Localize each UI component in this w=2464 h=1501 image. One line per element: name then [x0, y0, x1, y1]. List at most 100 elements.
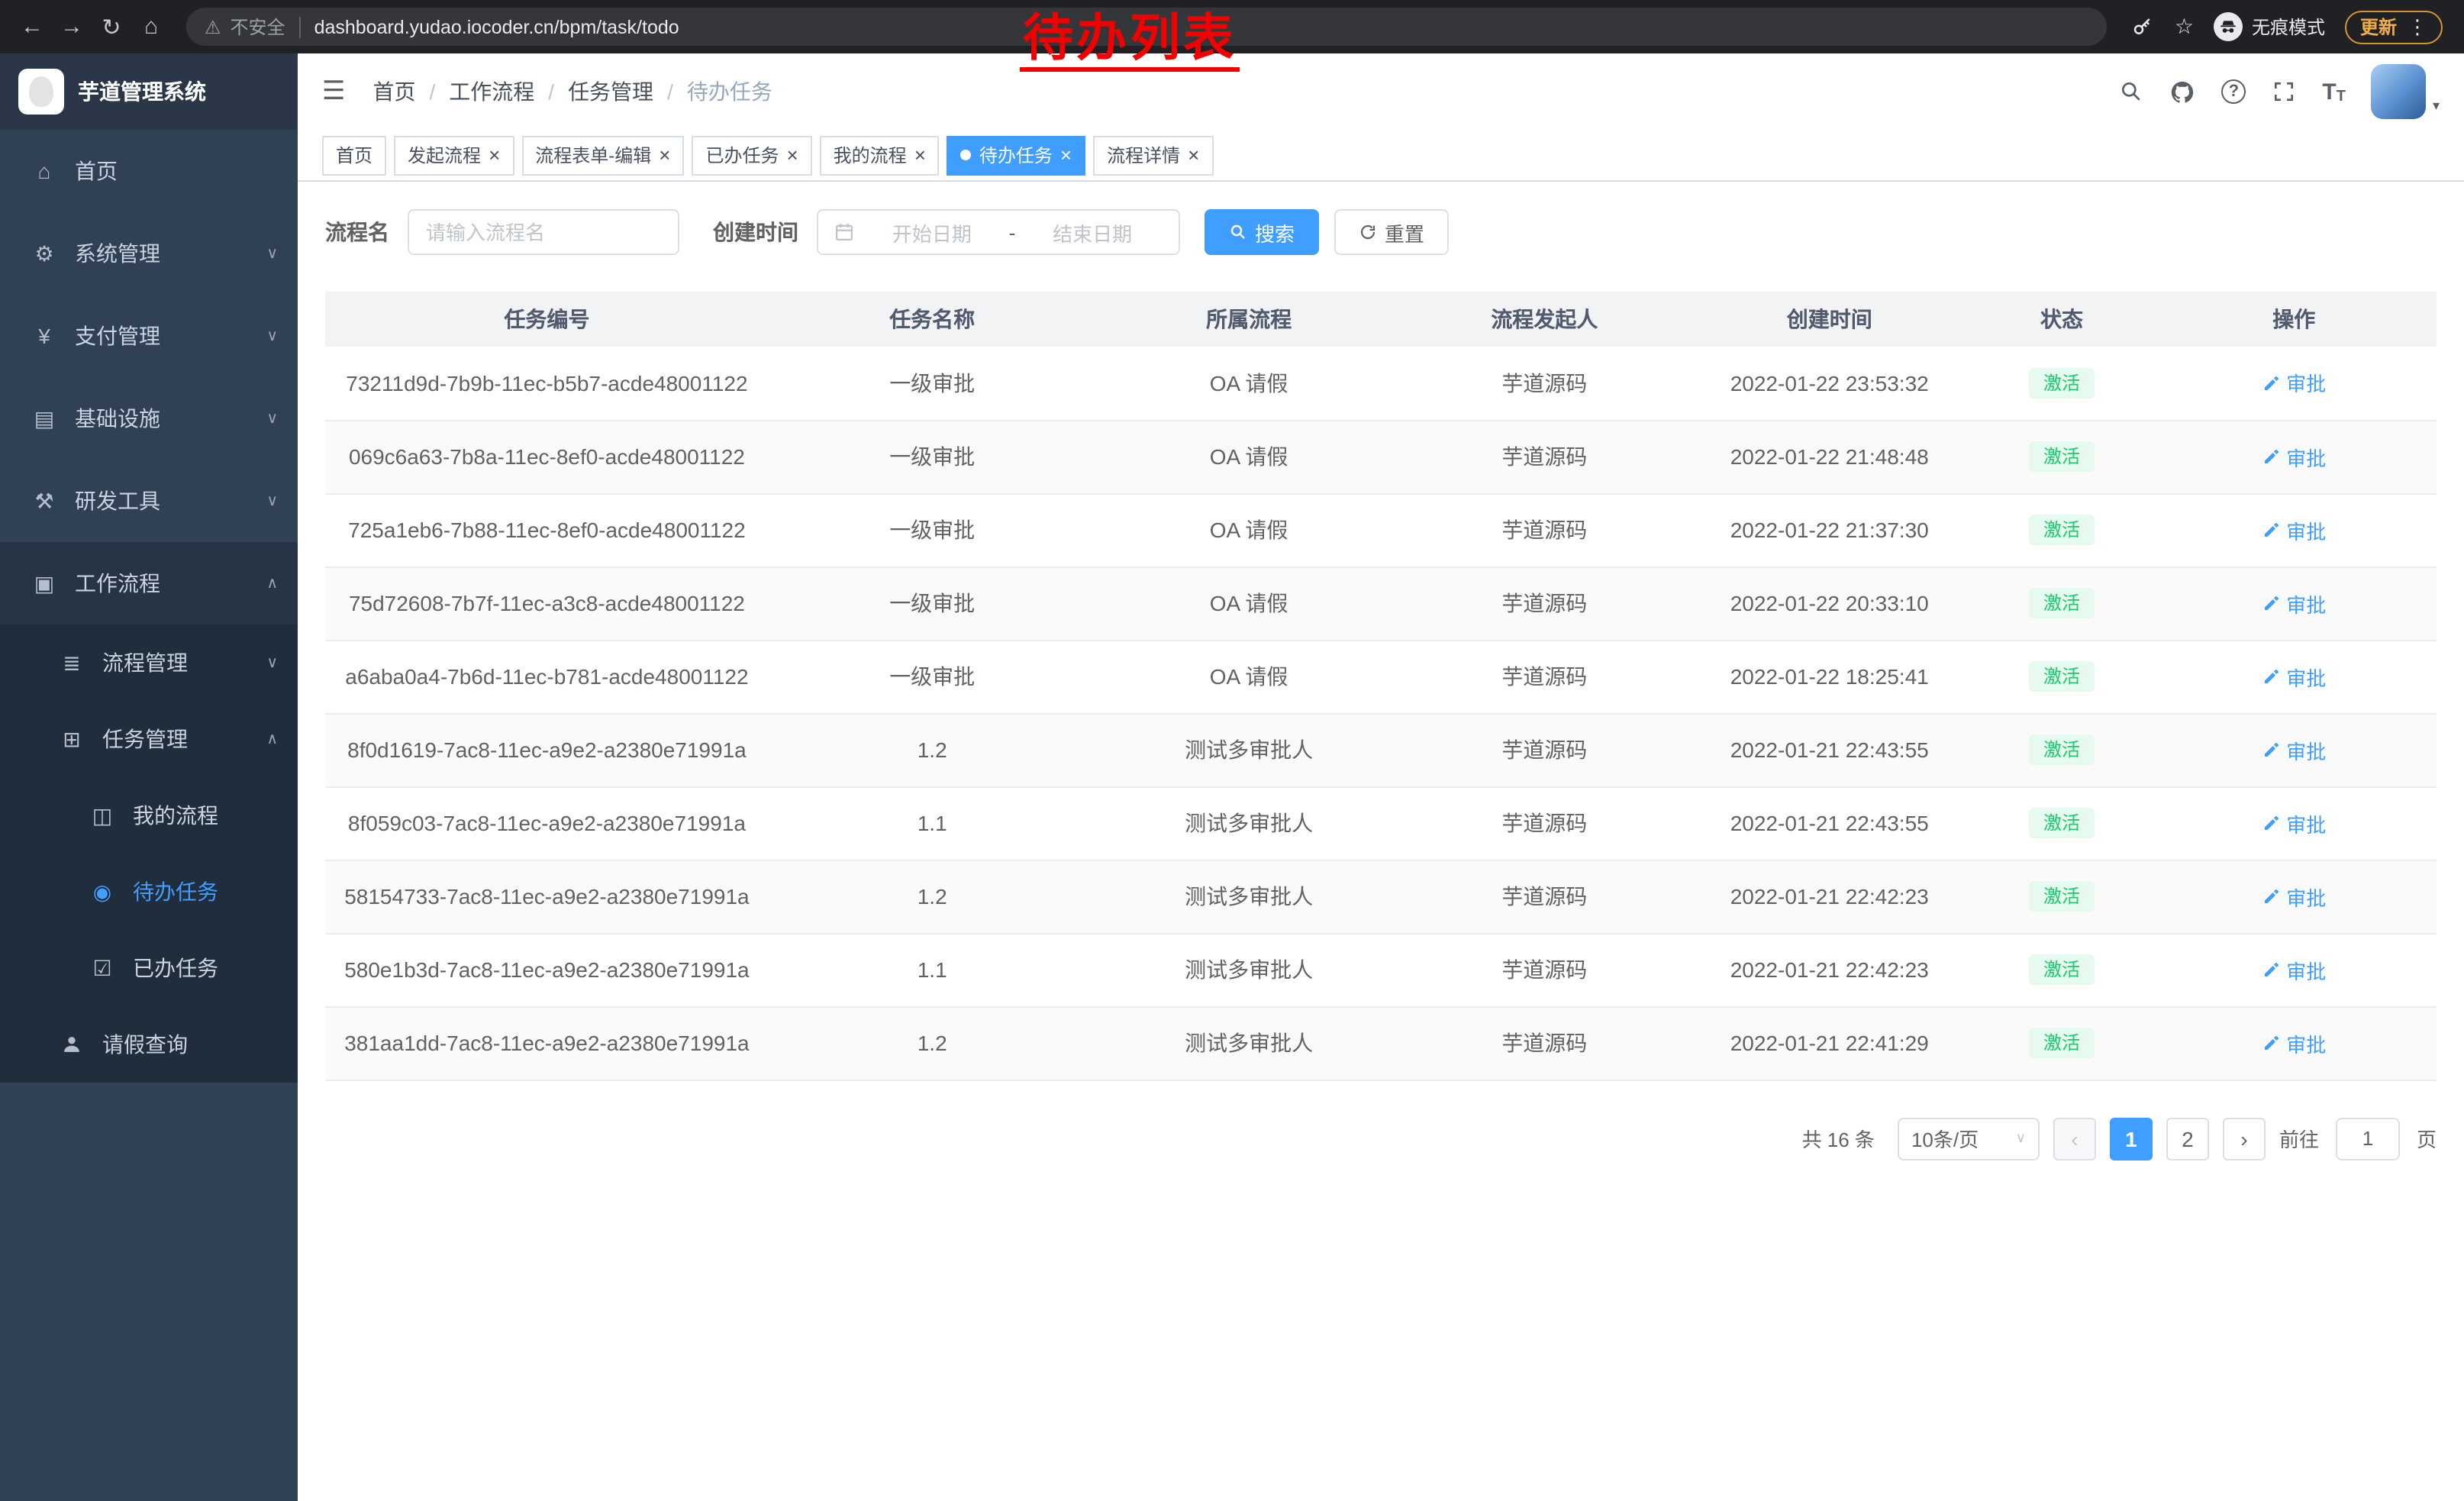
browser-menu-icon[interactable]: ⋮ — [2408, 15, 2427, 39]
sidebar-item-my-process[interactable]: ◫ 我的流程 — [0, 777, 298, 854]
page-size-select[interactable]: 10条/页 ∨ — [1898, 1117, 2040, 1160]
status-badge: 激活 — [2030, 734, 2094, 765]
breadcrumb-task-management[interactable]: 任务管理 — [568, 76, 653, 107]
checkbox-icon: ☑ — [89, 955, 116, 981]
breadcrumb-separator: / — [667, 79, 673, 104]
start-date-placeholder[interactable]: 开始日期 — [861, 218, 1003, 247]
reset-button[interactable]: 重置 — [1334, 209, 1449, 255]
tab-my-process[interactable]: 我的流程 × — [820, 135, 940, 175]
tab-todo-tasks[interactable]: 待办任务 × — [947, 135, 1085, 175]
sidebar-item-infrastructure[interactable]: ▤ 基础设施 ∨ — [0, 377, 298, 460]
sidebar-item-done-tasks[interactable]: ☑ 已办任务 — [0, 930, 298, 1006]
approve-link[interactable]: 审批 — [2262, 515, 2326, 544]
process-name-input[interactable] — [408, 209, 679, 255]
task-name-cell: 一级审批 — [769, 640, 1096, 713]
approve-link[interactable]: 审批 — [2262, 809, 2326, 838]
task-id-cell: 8f0d1619-7ac8-11ec-a9e2-a2380e71991a — [325, 713, 769, 786]
browser-forward-icon[interactable]: → — [52, 14, 92, 40]
close-icon[interactable]: × — [914, 145, 926, 165]
sidebar-item-todo-tasks[interactable]: ◉ 待办任务 — [0, 854, 298, 930]
edit-icon — [2262, 741, 2280, 759]
sidebar-item-label: 工作流程 — [75, 568, 160, 599]
process-cell: OA 请假 — [1096, 567, 1402, 640]
sidebar-item-workflow[interactable]: ▣ 工作流程 ∧ — [0, 542, 298, 625]
status-badge: 激活 — [2030, 441, 2094, 472]
task-id-cell: 75d72608-7b7f-11ec-a3c8-acde48001122 — [325, 567, 769, 640]
sidebar-item-task-management[interactable]: ⊞ 任务管理 ∧ — [0, 701, 298, 777]
table-row: 73211d9d-7b9b-11ec-b5b7-acde48001122 一级审… — [325, 347, 2437, 420]
create-time-cell: 2022-01-22 18:25:41 — [1687, 640, 1972, 713]
sidebar-item-system[interactable]: ⚙ 系统管理 ∨ — [0, 212, 298, 295]
task-name-cell: 1.1 — [769, 786, 1096, 860]
tab-home[interactable]: 首页 — [322, 135, 386, 175]
tabs-bar: 首页 发起流程 × 流程表单-编辑 × 已办任务 × 我的流程 × — [298, 130, 2464, 182]
status-cell: 激活 — [1972, 420, 2151, 493]
approve-link[interactable]: 审批 — [2262, 442, 2326, 471]
browser-home-icon[interactable]: ⌂ — [131, 14, 171, 40]
breadcrumb-home[interactable]: 首页 — [373, 76, 416, 107]
active-tab-dot — [961, 150, 972, 160]
help-icon[interactable]: ? — [2221, 79, 2246, 104]
approve-link[interactable]: 审批 — [2262, 955, 2326, 984]
close-icon[interactable]: × — [1188, 145, 1199, 165]
close-icon[interactable]: × — [1060, 145, 1072, 165]
sidebar-item-process-management[interactable]: ≣ 流程管理 ∨ — [0, 625, 298, 701]
github-icon[interactable] — [2169, 79, 2195, 105]
task-id-cell: 069c6a63-7b8a-11ec-8ef0-acde48001122 — [325, 420, 769, 493]
update-button[interactable]: 更新 ⋮ — [2345, 10, 2443, 44]
status-cell: 激活 — [1972, 493, 2151, 567]
page-button-2[interactable]: 2 — [2166, 1117, 2209, 1160]
tab-start-process[interactable]: 发起流程 × — [394, 135, 514, 175]
approve-link[interactable]: 审批 — [2262, 589, 2326, 618]
end-date-placeholder[interactable]: 结束日期 — [1021, 218, 1163, 247]
prev-page-button[interactable]: ‹ — [2053, 1117, 2096, 1160]
goto-page-input[interactable] — [2336, 1117, 2400, 1160]
tools-icon: ⚒ — [31, 488, 58, 514]
password-key-icon[interactable] — [2132, 15, 2155, 38]
url-text[interactable]: dashboard.yudao.iocoder.cn/bpm/task/todo — [314, 16, 679, 37]
search-button[interactable]: 搜索 — [1205, 209, 1319, 255]
approve-link[interactable]: 审批 — [2262, 735, 2326, 764]
breadcrumb-workflow[interactable]: 工作流程 — [449, 76, 534, 107]
next-page-button[interactable]: › — [2223, 1117, 2266, 1160]
user-menu[interactable]: ▾ — [2372, 64, 2440, 119]
update-label[interactable]: 更新 — [2360, 14, 2397, 40]
tasks-icon: ⊞ — [58, 726, 85, 752]
chevron-down-icon: ∨ — [266, 328, 278, 344]
approve-link[interactable]: 审批 — [2262, 1028, 2326, 1057]
browser-reload-icon[interactable]: ↻ — [92, 13, 131, 40]
tab-process-form-edit[interactable]: 流程表单-编辑 × — [521, 135, 684, 175]
sidebar-item-payment[interactable]: ¥ 支付管理 ∨ — [0, 295, 298, 377]
close-icon[interactable]: × — [659, 145, 670, 165]
sidebar-toggle-icon[interactable]: ☰ — [322, 76, 346, 107]
sidebar-item-devtools[interactable]: ⚒ 研发工具 ∨ — [0, 460, 298, 542]
close-icon[interactable]: × — [786, 145, 798, 165]
operation-cell: 审批 — [2152, 933, 2437, 1006]
page-button-1[interactable]: 1 — [2110, 1117, 2153, 1160]
fullscreen-icon[interactable] — [2272, 79, 2296, 104]
approve-link[interactable]: 审批 — [2262, 882, 2326, 911]
sidebar-item-leave-query[interactable]: 请假查询 — [0, 1006, 298, 1083]
process-cell: 测试多审批人 — [1096, 933, 1402, 1006]
chevron-down-icon: ∨ — [2016, 1130, 2026, 1147]
browser-back-icon[interactable]: ← — [12, 14, 52, 40]
chevron-up-icon: ∧ — [266, 575, 278, 592]
tab-done-tasks[interactable]: 已办任务 × — [692, 135, 811, 175]
tab-process-detail[interactable]: 流程详情 × — [1093, 135, 1213, 175]
create-time-cell: 2022-01-22 20:33:10 — [1687, 567, 1972, 640]
date-range-picker[interactable]: 开始日期 - 结束日期 — [817, 209, 1180, 255]
table-row: 725a1eb6-7b88-11ec-8ef0-acde48001122 一级审… — [325, 493, 2437, 567]
close-icon[interactable]: × — [489, 145, 500, 165]
search-icon[interactable] — [2119, 79, 2143, 104]
approve-link[interactable]: 审批 — [2262, 662, 2326, 691]
bookmark-star-icon[interactable]: ☆ — [2175, 14, 2194, 40]
font-size-icon[interactable]: TT — [2322, 79, 2346, 105]
monitor-icon: ▤ — [31, 405, 58, 431]
create-time-cell: 2022-01-22 21:37:30 — [1687, 493, 1972, 567]
total-count-label: 共 16 条 — [1802, 1124, 1875, 1153]
avatar[interactable] — [2372, 64, 2427, 119]
approve-link[interactable]: 审批 — [2262, 369, 2326, 398]
sidebar-item-home[interactable]: ⌂ 首页 — [0, 130, 298, 212]
security-label[interactable]: 不安全 — [231, 14, 285, 40]
logo[interactable]: 芋道管理系统 — [0, 53, 298, 130]
